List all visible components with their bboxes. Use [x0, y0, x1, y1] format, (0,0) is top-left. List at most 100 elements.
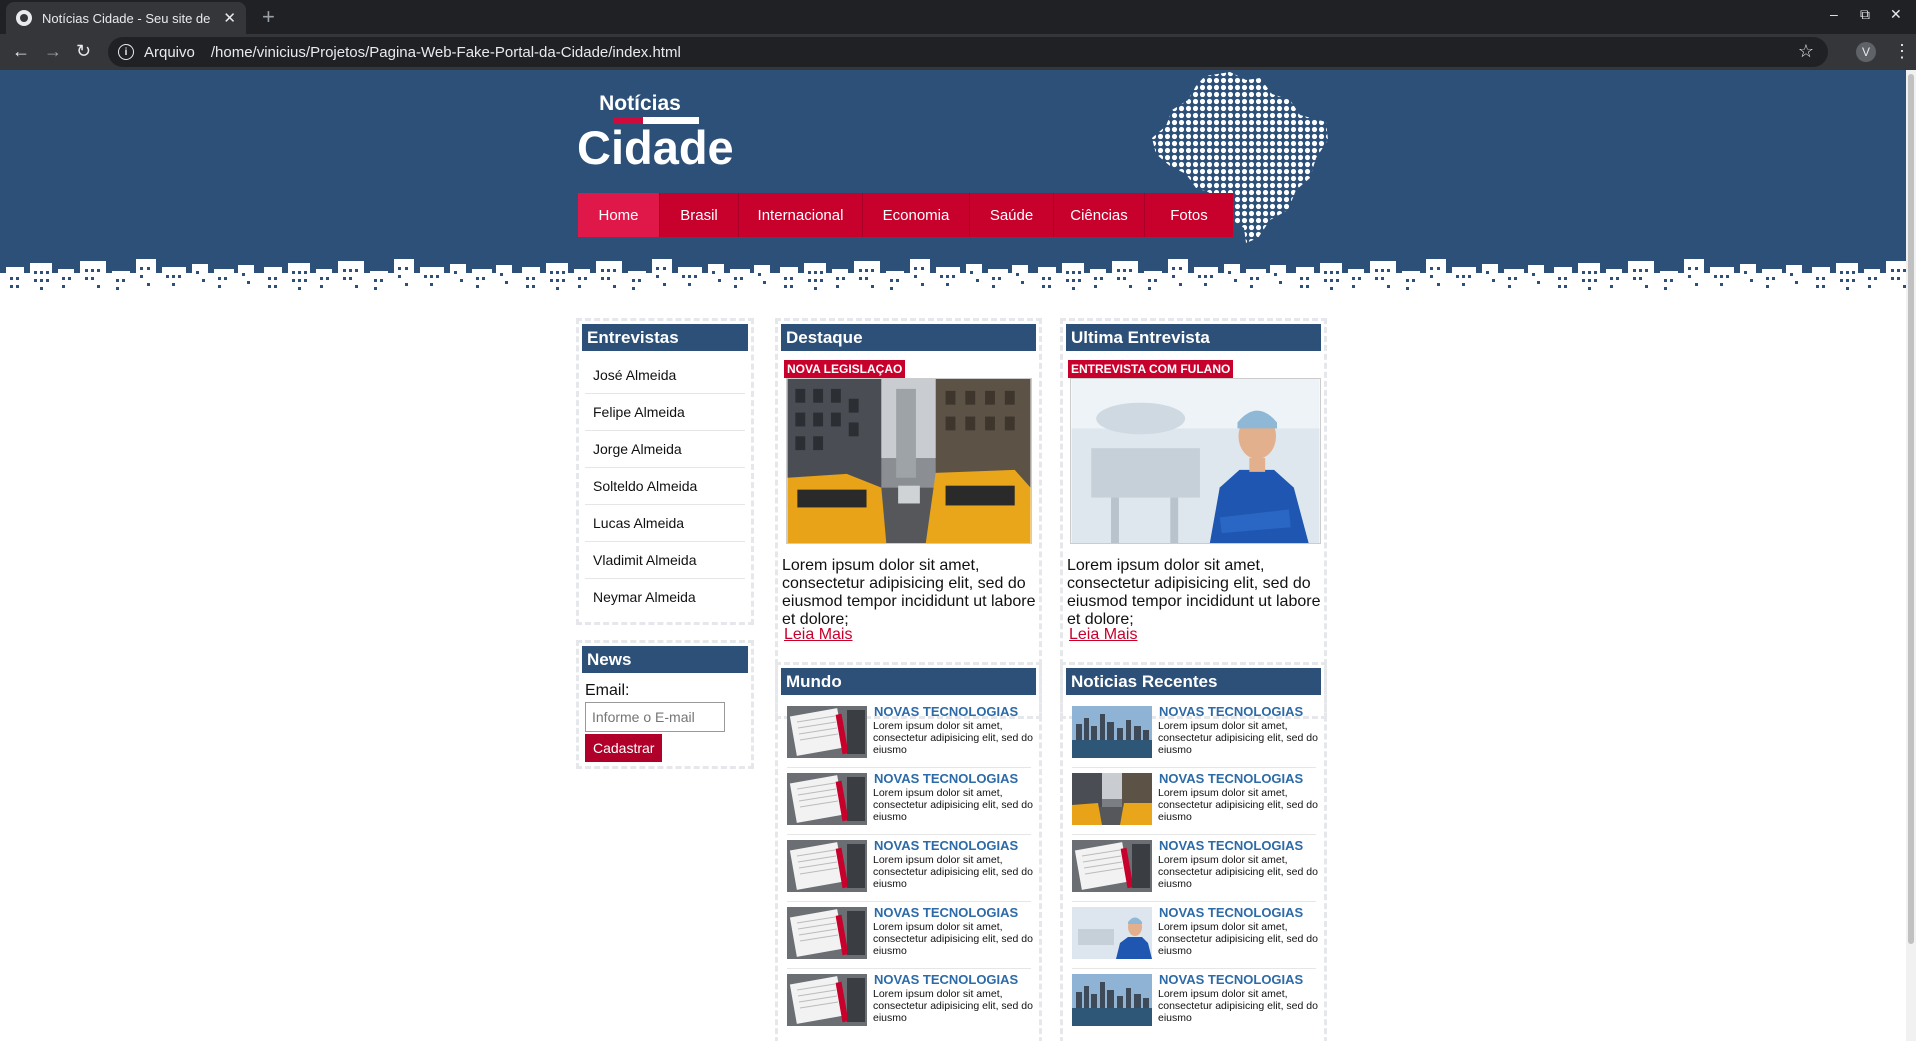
url-text[interactable]: /home/vinicius/Projetos/Pagina-Web-Fake-…: [211, 44, 681, 61]
news-list-item[interactable]: NOVAS TECNOLOGIAS Lorem ipsum dolor sit a…: [1072, 902, 1318, 969]
last-interview-read-more-link[interactable]: Leia Mais: [1069, 626, 1137, 644]
news-item-title[interactable]: NOVAS TECNOLOGIAS: [874, 771, 1018, 786]
menu-kebab-icon[interactable]: ⋮: [1893, 41, 1911, 62]
new-tab-button[interactable]: +: [262, 4, 275, 30]
news-item-text: Lorem ipsum dolor sit amet, consectetur …: [1158, 921, 1318, 957]
taxi-street-image[interactable]: [786, 378, 1032, 544]
highlight-tag: Nova Legislaçao: [784, 360, 906, 378]
notebook-thumbnail[interactable]: [787, 907, 867, 959]
news-list-item[interactable]: NOVAS TECNOLOGIAS Lorem ipsum dolor sit a…: [787, 835, 1033, 902]
news-list-item[interactable]: NOVAS TECNOLOGIAS Lorem ipsum dolor sit a…: [787, 902, 1033, 969]
browser-tab[interactable]: Notícias Cidade - Seu site de notícias ✕: [6, 2, 246, 34]
web-page: Notícias Cidade Home Brasil Internaciona…: [0, 70, 1906, 1041]
doctor-image[interactable]: [1070, 378, 1321, 544]
news-item-title[interactable]: NOVAS TECNOLOGIAS: [1159, 905, 1303, 920]
site-logo[interactable]: Notícias Cidade: [577, 92, 734, 171]
news-list-item[interactable]: NOVAS TECNOLOGIAS Lorem ipsum dolor sit a…: [787, 768, 1033, 835]
news-item-title[interactable]: NOVAS TECNOLOGIAS: [1159, 771, 1303, 786]
news-item-text: Lorem ipsum dolor sit amet, consectetur …: [873, 854, 1033, 890]
nav-home[interactable]: Home: [578, 193, 660, 237]
news-item-text: Lorem ipsum dolor sit amet, consectetur …: [1158, 988, 1318, 1024]
city-skyline-decoration: [0, 255, 1906, 300]
nav-internacional[interactable]: Internacional: [739, 193, 863, 237]
nav-economia[interactable]: Economia: [863, 193, 970, 237]
interview-item[interactable]: Neymar Almeida: [585, 579, 745, 616]
restore-icon[interactable]: ⧉: [1860, 6, 1870, 23]
forward-arrow-icon[interactable]: →: [44, 41, 62, 62]
profile-avatar[interactable]: V: [1856, 42, 1876, 62]
notebook-thumbnail[interactable]: [1072, 840, 1152, 892]
news-list-item[interactable]: NOVAS TECNOLOGIAS Lorem ipsum dolor sit a…: [787, 969, 1033, 1036]
interview-item[interactable]: Jorge Almeida: [585, 431, 745, 468]
highlight-read-more-link[interactable]: Leia Mais: [784, 626, 852, 644]
last-interview-title: Ultima Entrevista: [1066, 324, 1321, 351]
news-item-title[interactable]: NOVAS TECNOLOGIAS: [874, 972, 1018, 987]
news-list-item[interactable]: NOVAS TECNOLOGIAS Lorem ipsum dolor sit a…: [1072, 768, 1318, 835]
interview-item[interactable]: Felipe Almeida: [585, 394, 745, 431]
nav-brasil[interactable]: Brasil: [660, 193, 739, 237]
interview-item[interactable]: Lucas Almeida: [585, 505, 745, 542]
close-tab-icon[interactable]: ✕: [223, 9, 236, 27]
notebook-thumbnail[interactable]: [787, 840, 867, 892]
email-label: Email:: [585, 682, 630, 699]
doctor-thumbnail[interactable]: [1072, 907, 1152, 959]
last-interview-panel: Ultima Entrevista Entrevista com Fulano …: [1060, 318, 1327, 719]
interviews-panel: Entrevistas José Almeida Felipe Almeida …: [576, 318, 754, 625]
street-thumbnail[interactable]: [1072, 773, 1152, 825]
reload-icon[interactable]: ↻: [76, 41, 91, 62]
browser-toolbar: ← → ↻ i Arquivo /home/vinicius/Projetos/…: [0, 34, 1916, 70]
info-icon[interactable]: i: [118, 44, 134, 60]
notebook-thumbnail[interactable]: [787, 706, 867, 758]
city-thumbnail[interactable]: [1072, 974, 1152, 1026]
news-item-text: Lorem ipsum dolor sit amet, consectetur …: [1158, 720, 1318, 756]
news-list-item[interactable]: NOVAS TECNOLOGIAS Lorem ipsum dolor sit a…: [1072, 835, 1318, 902]
nav-ciencias[interactable]: Ciências: [1054, 193, 1145, 237]
city-thumbnail[interactable]: [1072, 706, 1152, 758]
minimize-icon[interactable]: –: [1830, 6, 1838, 22]
news-list-item[interactable]: NOVAS TECNOLOGIAS Lorem ipsum dolor sit a…: [787, 701, 1033, 768]
interviews-title: Entrevistas: [582, 324, 748, 351]
globe-icon: [16, 10, 32, 26]
news-item-title[interactable]: NOVAS TECNOLOGIAS: [1159, 972, 1303, 987]
browser-tab-strip: Notícias Cidade - Seu site de notícias ✕…: [0, 0, 1916, 34]
recent-news-title: Noticias Recentes: [1066, 668, 1321, 695]
logo-top-text: Notícias: [599, 92, 681, 115]
notebook-thumbnail[interactable]: [787, 773, 867, 825]
news-item-text: Lorem ipsum dolor sit amet, consectetur …: [873, 988, 1033, 1024]
interview-item[interactable]: Vladimit Almeida: [585, 542, 745, 579]
news-list-item[interactable]: NOVAS TECNOLOGIAS Lorem ipsum dolor sit a…: [1072, 969, 1318, 1036]
news-item-text: Lorem ipsum dolor sit amet, consectetur …: [873, 921, 1033, 957]
site-header: Notícias Cidade Home Brasil Internaciona…: [0, 70, 1906, 300]
security-label: Arquivo: [144, 43, 195, 61]
news-item-text: Lorem ipsum dolor sit amet, consectetur …: [873, 720, 1033, 756]
back-arrow-icon[interactable]: ←: [12, 41, 30, 62]
world-panel: Mundo NOVAS TECNOLOGIAS Lorem ipsum dolor…: [775, 662, 1042, 1041]
notebook-thumbnail[interactable]: [787, 974, 867, 1026]
interview-item[interactable]: José Almeida: [585, 357, 745, 394]
recent-news-panel: Noticias Recentes NOVAS TECNOLOGIAS Lorem…: [1060, 662, 1327, 1041]
news-list-item[interactable]: NOVAS TECNOLOGIAS Lorem ipsum dolor sit a…: [1072, 701, 1318, 768]
news-item-title[interactable]: NOVAS TECNOLOGIAS: [874, 905, 1018, 920]
scrollbar-thumb[interactable]: [1908, 74, 1914, 944]
email-field[interactable]: [585, 702, 725, 732]
nav-saude[interactable]: Saúde: [970, 193, 1054, 237]
highlight-text: Lorem ipsum dolor sit amet, consectetur …: [782, 557, 1036, 628]
subscribe-button[interactable]: Cadastrar: [585, 734, 663, 762]
newsletter-panel: News Email: Cadastrar: [576, 640, 754, 769]
newsletter-title: News: [582, 646, 748, 673]
page-scrollbar[interactable]: [1906, 70, 1916, 1041]
address-bar[interactable]: i Arquivo /home/vinicius/Projetos/Pagina…: [108, 37, 1828, 67]
main-nav: Home Brasil Internacional Economia Saúde…: [578, 193, 1233, 237]
news-item-title[interactable]: NOVAS TECNOLOGIAS: [1159, 838, 1303, 853]
close-window-icon[interactable]: ✕: [1890, 6, 1902, 23]
last-interview-text: Lorem ipsum dolor sit amet, consectetur …: [1067, 557, 1321, 628]
news-item-title[interactable]: NOVAS TECNOLOGIAS: [874, 704, 1018, 719]
bookmark-star-icon[interactable]: ☆: [1798, 41, 1814, 62]
tab-title: Notícias Cidade - Seu site de notícias: [42, 10, 213, 26]
nav-fotos[interactable]: Fotos: [1145, 193, 1233, 237]
interview-item[interactable]: Solteldo Almeida: [585, 468, 745, 505]
highlight-title: Destaque: [781, 324, 1036, 351]
news-item-title[interactable]: NOVAS TECNOLOGIAS: [1159, 704, 1303, 719]
highlight-panel: Destaque Nova Legislaçao Lorem ipsum dol…: [775, 318, 1042, 719]
news-item-title[interactable]: NOVAS TECNOLOGIAS: [874, 838, 1018, 853]
